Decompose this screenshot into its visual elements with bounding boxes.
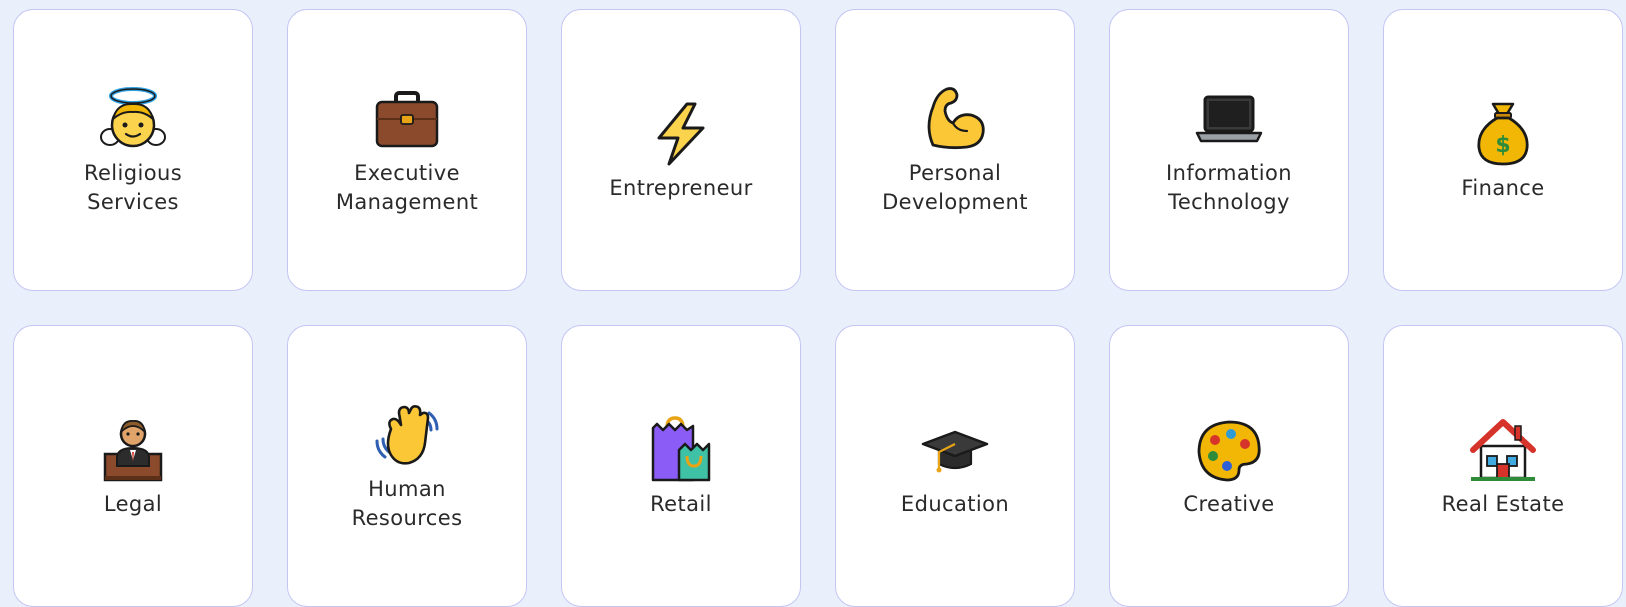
- category-card-information-technology[interactable]: Information Technology: [1109, 9, 1349, 291]
- category-label: Information Technology: [1166, 161, 1292, 214]
- house-icon: [1467, 414, 1539, 486]
- category-label: Education: [900, 491, 1010, 516]
- category-label: Religious Services: [83, 161, 183, 214]
- category-label: Personal Development: [882, 161, 1028, 214]
- category-card-executive-management[interactable]: Executive Management: [287, 9, 527, 291]
- category-label: Creative: [1183, 491, 1275, 516]
- category-card-real-estate[interactable]: Real Estate: [1383, 325, 1623, 607]
- category-card-education[interactable]: Education: [835, 325, 1075, 607]
- lightning-bolt-icon: [645, 98, 717, 170]
- flexed-biceps-icon: [919, 83, 991, 155]
- category-card-religious-services[interactable]: Religious Services: [13, 9, 253, 291]
- category-card-human-resources[interactable]: Human Resources: [287, 325, 527, 607]
- money-bag-icon: $: [1467, 98, 1539, 170]
- category-label: Real Estate: [1441, 491, 1565, 516]
- category-card-entrepreneur[interactable]: Entrepreneur: [561, 9, 801, 291]
- category-label: Legal: [103, 491, 163, 516]
- judge-icon: [97, 414, 169, 486]
- laptop-icon: [1193, 83, 1265, 155]
- category-grid: Religious Services Executive Management …: [13, 9, 1623, 607]
- category-card-personal-development[interactable]: Personal Development: [835, 9, 1075, 291]
- category-label: Human Resources: [351, 477, 463, 530]
- category-label: Entrepreneur: [609, 175, 753, 200]
- artist-palette-icon: [1193, 414, 1265, 486]
- angel-icon: [97, 83, 169, 155]
- category-card-retail[interactable]: Retail: [561, 325, 801, 607]
- category-card-legal[interactable]: Legal: [13, 325, 253, 607]
- briefcase-icon: [371, 83, 443, 155]
- category-label: Retail: [650, 491, 712, 516]
- category-card-finance[interactable]: $ Finance: [1383, 9, 1623, 291]
- shopping-bags-icon: [645, 414, 717, 486]
- category-label: Finance: [1461, 175, 1545, 200]
- category-card-creative[interactable]: Creative: [1109, 325, 1349, 607]
- category-label: Executive Management: [335, 161, 479, 214]
- svg-text:$: $: [1495, 133, 1510, 158]
- waving-hand-icon: [371, 399, 443, 471]
- graduation-cap-icon: [919, 414, 991, 486]
